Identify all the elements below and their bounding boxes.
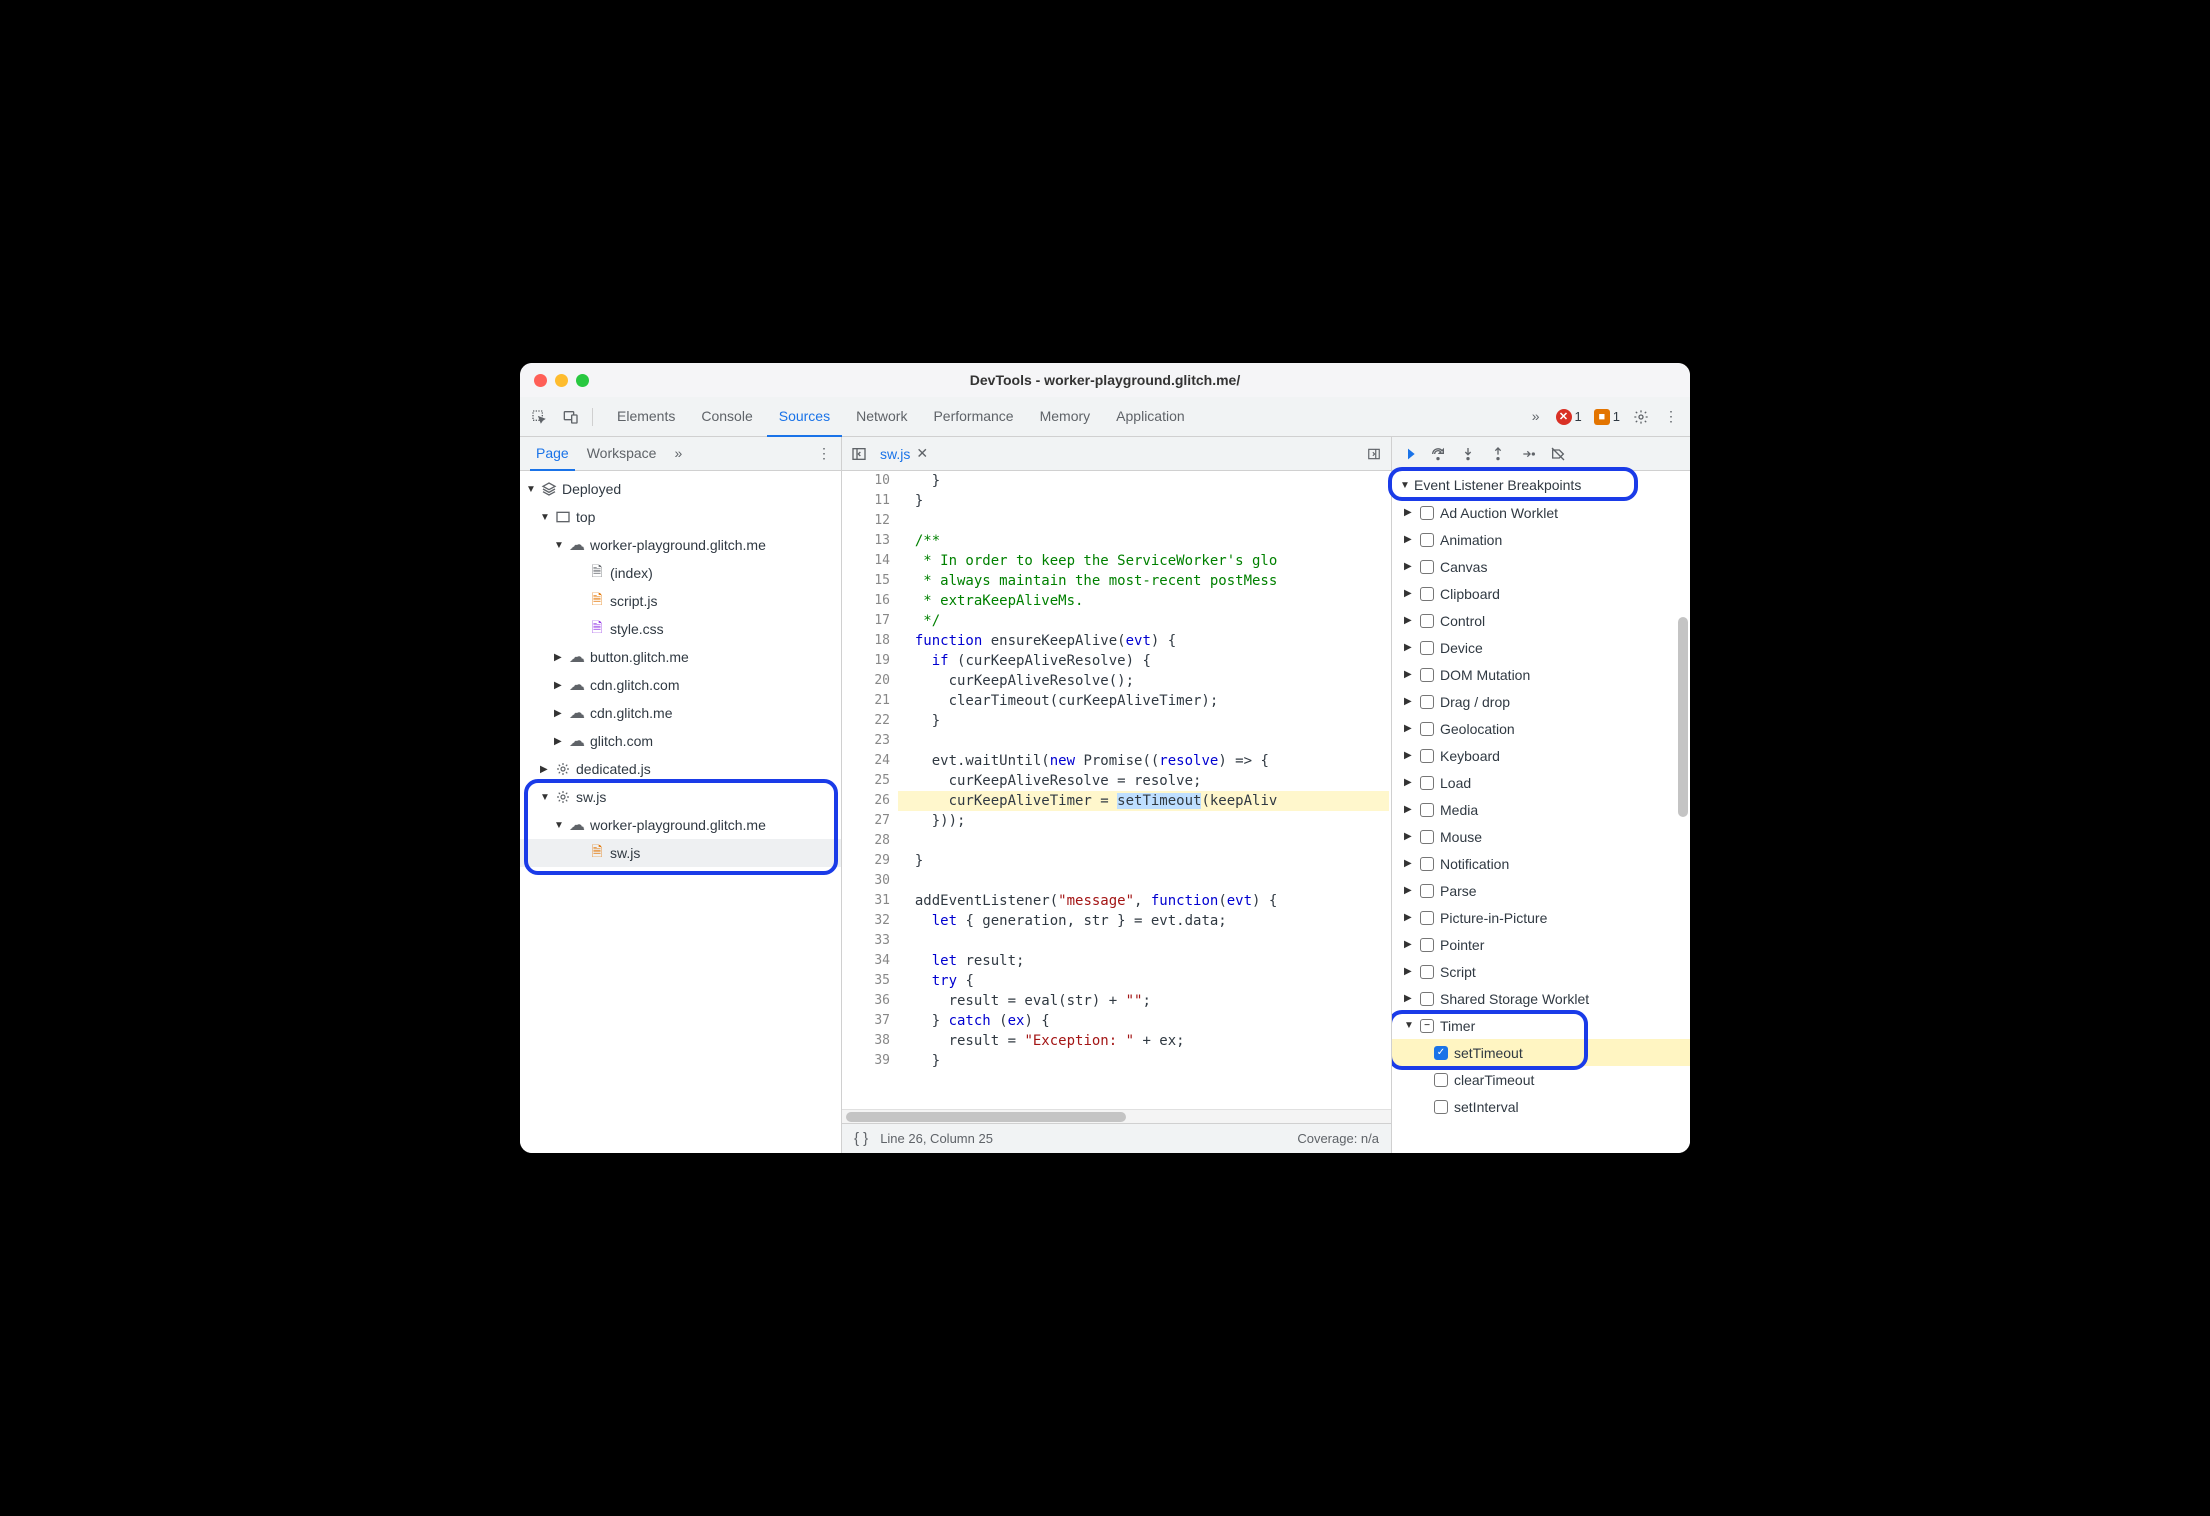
breakpoint-categories: Ad Auction WorkletAnimationCanvasClipboa…: [1392, 499, 1690, 1153]
bp-category[interactable]: Geolocation: [1392, 715, 1690, 742]
toggle-debugger-icon[interactable]: [1361, 437, 1387, 470]
tree-sw-root[interactable]: sw.js: [520, 783, 841, 811]
window-title: DevTools - worker-playground.glitch.me/: [520, 372, 1690, 388]
bp-category[interactable]: Ad Auction Worklet: [1392, 499, 1690, 526]
step-into-icon[interactable]: [1458, 446, 1478, 462]
bp-category-timer[interactable]: Timer: [1392, 1012, 1690, 1039]
bp-category[interactable]: Drag / drop: [1392, 688, 1690, 715]
zoom-window-icon[interactable]: [576, 374, 589, 387]
bp-category[interactable]: Parse: [1392, 877, 1690, 904]
device-toggle-icon[interactable]: [562, 408, 580, 426]
tab-console[interactable]: Console: [689, 397, 764, 437]
kebab-menu-icon[interactable]: ⋮: [1662, 408, 1680, 426]
minimize-window-icon[interactable]: [555, 374, 568, 387]
more-tabs-icon[interactable]: »: [1520, 397, 1552, 437]
tab-application[interactable]: Application: [1104, 397, 1197, 437]
bp-category[interactable]: DOM Mutation: [1392, 661, 1690, 688]
deactivate-breakpoints-icon[interactable]: [1548, 446, 1568, 462]
bp-category[interactable]: Load: [1392, 769, 1690, 796]
bp-category[interactable]: Animation: [1392, 526, 1690, 553]
close-window-icon[interactable]: [534, 374, 547, 387]
close-tab-icon[interactable]: ✕: [916, 445, 928, 462]
nav-kebab-icon[interactable]: ⋮: [817, 445, 831, 462]
cursor-position: Line 26, Column 25: [880, 1131, 993, 1146]
tree-sw-origin[interactable]: worker-playground.glitch.me: [520, 811, 841, 839]
inspect-icon[interactable]: [530, 408, 548, 426]
code-editor[interactable]: 1011121314151617181920212223242526272829…: [842, 471, 1391, 1109]
bp-category[interactable]: Pointer: [1392, 931, 1690, 958]
bp-category[interactable]: Notification: [1392, 850, 1690, 877]
vertical-scrollbar[interactable]: [1676, 617, 1690, 1143]
bp-category[interactable]: Control: [1392, 607, 1690, 634]
tab-elements[interactable]: Elements: [605, 397, 687, 437]
tab-page[interactable]: Page: [530, 437, 575, 471]
tree-deployed[interactable]: Deployed: [520, 475, 841, 503]
toggle-navigator-icon[interactable]: [846, 437, 872, 470]
bp-category[interactable]: Keyboard: [1392, 742, 1690, 769]
tree-file-index[interactable]: 🗎(index): [520, 559, 841, 587]
tab-sources[interactable]: Sources: [767, 397, 842, 437]
settings-icon[interactable]: [1632, 408, 1650, 426]
bp-event-settimeout[interactable]: ✓setTimeout: [1392, 1039, 1690, 1066]
event-breakpoints-header[interactable]: Event Listener Breakpoints: [1392, 471, 1690, 499]
editor-pane: sw.js✕ 101112131415161718192021222324252…: [842, 437, 1392, 1153]
bp-event-setinterval[interactable]: setInterval: [1392, 1093, 1690, 1120]
bp-category[interactable]: Shared Storage Worklet: [1392, 985, 1690, 1012]
titlebar: DevTools - worker-playground.glitch.me/: [520, 363, 1690, 397]
step-out-icon[interactable]: [1488, 446, 1508, 462]
bp-category[interactable]: Media: [1392, 796, 1690, 823]
editor-tab-swjs[interactable]: sw.js✕: [872, 437, 936, 471]
editor-status-bar: { } Line 26, Column 25 Coverage: n/a: [842, 1123, 1391, 1153]
tree-file-stylecss[interactable]: 🗎style.css: [520, 615, 841, 643]
horizontal-scrollbar[interactable]: [842, 1109, 1391, 1123]
bp-category[interactable]: Script: [1392, 958, 1690, 985]
bp-category[interactable]: Mouse: [1392, 823, 1690, 850]
step-icon[interactable]: [1518, 446, 1538, 462]
main-toolbar: ElementsConsoleSourcesNetworkPerformance…: [520, 397, 1690, 437]
tree-sw-file[interactable]: 🗎sw.js: [520, 839, 841, 867]
tab-memory[interactable]: Memory: [1028, 397, 1103, 437]
tree-origin-collapsed[interactable]: cdn.glitch.com: [520, 671, 841, 699]
tree-origin[interactable]: worker-playground.glitch.me: [520, 531, 841, 559]
tab-network[interactable]: Network: [844, 397, 919, 437]
more-nav-tabs-icon[interactable]: »: [668, 437, 688, 471]
resume-icon[interactable]: [1398, 446, 1418, 462]
tree-file-scriptjs[interactable]: 🗎script.js: [520, 587, 841, 615]
warning-count[interactable]: ■1: [1594, 409, 1620, 425]
coverage-label: Coverage: n/a: [1297, 1131, 1379, 1146]
tab-workspace[interactable]: Workspace: [581, 437, 663, 471]
bp-category[interactable]: Canvas: [1392, 553, 1690, 580]
tree-origin-collapsed[interactable]: glitch.com: [520, 727, 841, 755]
tab-performance[interactable]: Performance: [921, 397, 1025, 437]
debugger-pane: Event Listener Breakpoints Ad Auction Wo…: [1392, 437, 1690, 1153]
bp-category[interactable]: Picture-in-Picture: [1392, 904, 1690, 931]
bp-event-cleartimeout[interactable]: clearTimeout: [1392, 1066, 1690, 1093]
tree-origin-collapsed[interactable]: button.glitch.me: [520, 643, 841, 671]
error-count[interactable]: ✕1: [1556, 409, 1582, 425]
window-controls[interactable]: [534, 374, 589, 387]
navigator-sidebar: Page Workspace » ⋮ Deployed top worker-p…: [520, 437, 842, 1153]
step-over-icon[interactable]: [1428, 446, 1448, 462]
pretty-print-icon[interactable]: { }: [854, 1130, 868, 1147]
bp-category[interactable]: Clipboard: [1392, 580, 1690, 607]
tree-dedicated[interactable]: dedicated.js: [520, 755, 841, 783]
file-tree: Deployed top worker-playground.glitch.me…: [520, 471, 841, 1153]
debugger-controls: [1392, 437, 1690, 471]
bp-category[interactable]: Device: [1392, 634, 1690, 661]
tree-origin-collapsed[interactable]: cdn.glitch.me: [520, 699, 841, 727]
tree-top[interactable]: top: [520, 503, 841, 531]
